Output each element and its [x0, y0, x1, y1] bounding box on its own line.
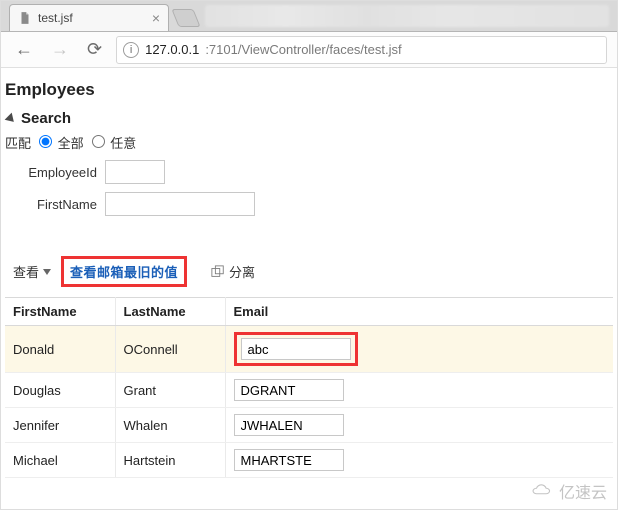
match-mode-row: 匹配 全部 任意: [5, 133, 613, 152]
match-any-label: 任意: [110, 136, 136, 151]
table-row[interactable]: JenniferWhalen: [5, 408, 613, 443]
detach-icon: [211, 265, 225, 279]
view-menu[interactable]: 查看: [13, 262, 51, 281]
address-bar[interactable]: i 127.0.0.1 :7101/ViewController/faces/te…: [116, 36, 607, 64]
view-old-email-link[interactable]: 查看邮箱最旧的值: [70, 265, 178, 280]
forward-button: →: [47, 37, 73, 62]
site-info-icon[interactable]: i: [123, 42, 139, 58]
tab-title: test.jsf: [38, 11, 73, 25]
match-any-radio[interactable]: [92, 135, 105, 148]
view-old-email-button[interactable]: 查看邮箱最旧的值: [61, 256, 187, 287]
cell-last-name: OConnell: [115, 326, 225, 373]
col-email[interactable]: Email: [225, 298, 613, 326]
first-name-input[interactable]: [105, 192, 255, 216]
page-title: Employees: [5, 80, 613, 100]
col-first-name[interactable]: FirstName: [5, 298, 115, 326]
employee-id-row: EmployeeId: [5, 160, 613, 184]
match-any-option[interactable]: 任意: [92, 133, 137, 152]
background-windows: [205, 5, 609, 27]
match-all-option[interactable]: 全部: [39, 133, 84, 152]
new-tab-button[interactable]: [171, 9, 200, 27]
url-host: 127.0.0.1: [145, 42, 199, 57]
table-row[interactable]: MichaelHartstein: [5, 443, 613, 478]
first-name-row: FirstName: [5, 192, 613, 216]
table-toolbar: 查看 查看邮箱最旧的值 分离: [5, 252, 613, 291]
table-row[interactable]: DouglasGrant: [5, 373, 613, 408]
disclosure-icon: [5, 112, 18, 125]
employee-id-label: EmployeeId: [5, 165, 105, 180]
cell-first-name: Jennifer: [5, 408, 115, 443]
table-header-row: FirstName LastName Email: [5, 298, 613, 326]
cell-last-name: Hartstein: [115, 443, 225, 478]
page-content: Employees Search 匹配 全部 任意 EmployeeId Fir…: [1, 68, 617, 478]
cell-first-name: Douglas: [5, 373, 115, 408]
cell-email: [225, 443, 613, 478]
cell-email: [225, 326, 613, 373]
table-row[interactable]: DonaldOConnell: [5, 326, 613, 373]
employees-table: FirstName LastName Email DonaldOConnellD…: [5, 297, 613, 478]
browser-toolbar: ← → ⟳ i 127.0.0.1 :7101/ViewController/fa…: [1, 32, 617, 68]
watermark-text: 亿速云: [559, 479, 607, 503]
col-last-name[interactable]: LastName: [115, 298, 225, 326]
email-input[interactable]: [241, 338, 351, 360]
match-all-radio[interactable]: [39, 135, 52, 148]
watermark: 亿速云: [531, 479, 607, 503]
close-icon[interactable]: ×: [152, 10, 160, 26]
first-name-label: FirstName: [5, 197, 105, 212]
chevron-down-icon: [43, 269, 51, 275]
reload-button[interactable]: ⟳: [83, 37, 106, 62]
browser-tab-strip: test.jsf ×: [1, 1, 617, 32]
file-icon: [18, 11, 32, 25]
match-label: 匹配: [5, 133, 31, 152]
cell-last-name: Grant: [115, 373, 225, 408]
cell-first-name: Michael: [5, 443, 115, 478]
detach-button[interactable]: 分离: [211, 262, 255, 281]
view-menu-label: 查看: [13, 262, 39, 281]
search-label: Search: [21, 110, 71, 127]
email-highlight: [234, 332, 358, 366]
email-input[interactable]: [234, 414, 344, 436]
match-all-label: 全部: [58, 136, 84, 151]
cell-first-name: Donald: [5, 326, 115, 373]
cell-last-name: Whalen: [115, 408, 225, 443]
back-button[interactable]: ←: [11, 37, 37, 62]
email-input[interactable]: [234, 379, 344, 401]
employee-id-input[interactable]: [105, 160, 165, 184]
cell-email: [225, 373, 613, 408]
search-panel-header[interactable]: Search: [5, 110, 613, 127]
url-path: :7101/ViewController/faces/test.jsf: [205, 42, 401, 57]
detach-label: 分离: [229, 262, 255, 281]
email-input[interactable]: [234, 449, 344, 471]
browser-tab[interactable]: test.jsf ×: [9, 4, 169, 31]
cell-email: [225, 408, 613, 443]
